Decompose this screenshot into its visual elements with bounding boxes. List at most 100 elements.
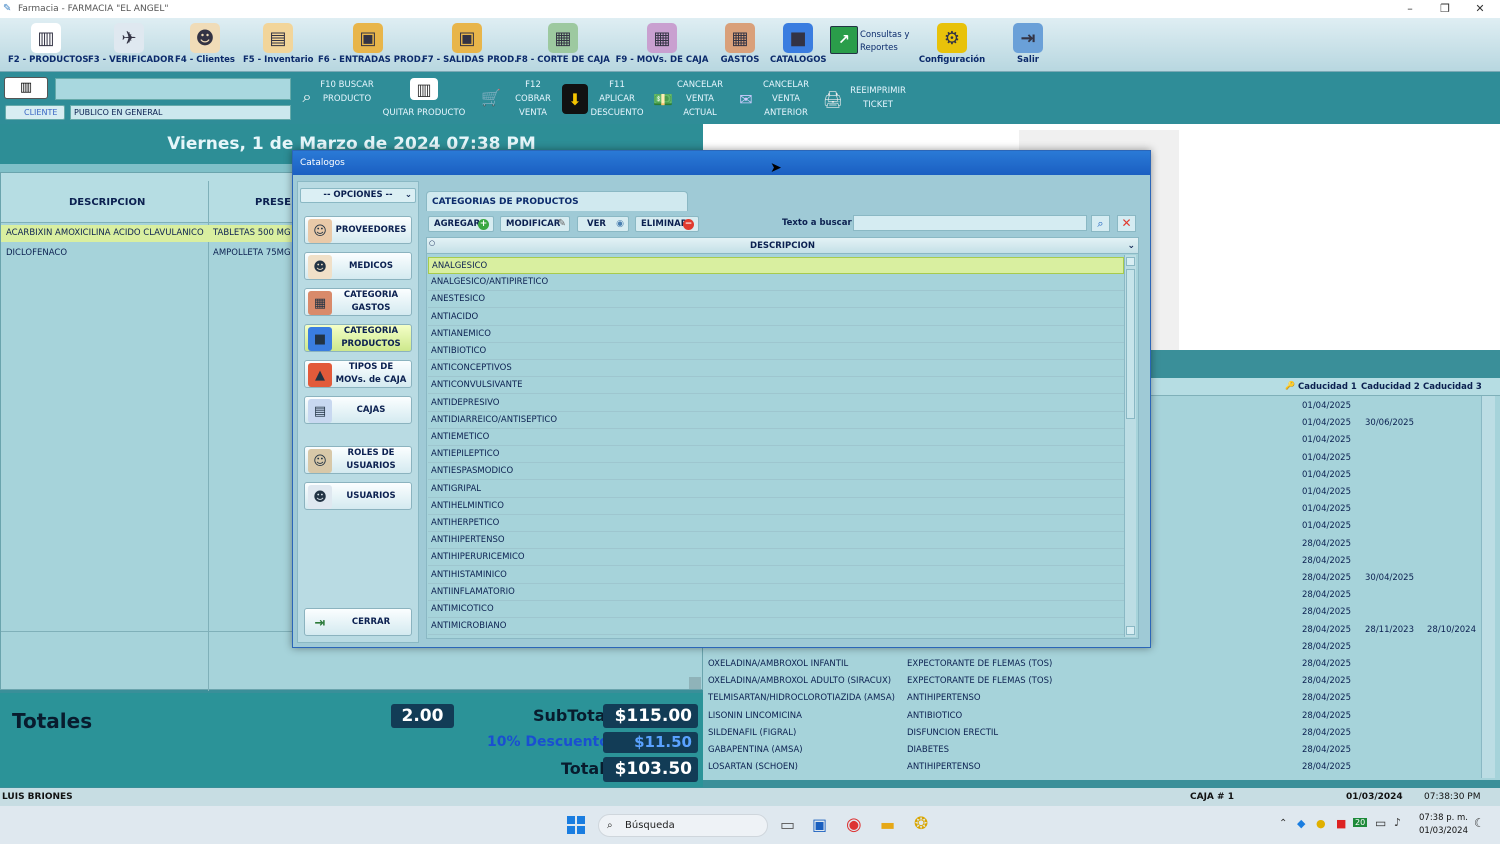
windows-start-icon[interactable] [567,816,585,834]
inventario-button[interactable]: ▤ F5 - Inventario [243,20,313,70]
clear-search-button[interactable]: ✕ [1117,215,1136,232]
cliente-button[interactable]: CLIENTE [5,105,65,120]
medicos-button[interactable]: ☻ MEDICOS [304,252,412,280]
productos-button[interactable]: ▥ F2 - PRODUCTOS [8,20,89,70]
verificador-button[interactable]: ✈ F3 - VERIFICADOR [88,20,174,70]
eliminar-button[interactable]: ELIMINAR − [635,216,699,232]
agregar-button[interactable]: AGREGAR + [428,216,494,232]
table-row[interactable]: OXELADINA/AMBROXOL INFANTIL EXPECTORANTE … [703,656,1481,673]
table-row[interactable]: GABAPENTINA (AMSA) DIABETES 28/04/2025 [703,742,1481,759]
taskbar-search[interactable]: ⌕ Búsqueda [598,814,768,837]
quitar-producto-button[interactable]: QUITAR PRODUCTO [380,106,468,120]
search-button[interactable]: ⌕ [1091,215,1110,232]
list-item[interactable]: ANTIGRIPAL [428,481,1124,498]
cliente-field[interactable]: PUBLICO EN GENERAL [70,105,291,120]
corte-button[interactable]: ▦ F8 - CORTE DE CAJA [515,20,611,70]
catalog-search-input[interactable] [853,215,1087,231]
notifications-icon[interactable]: ☾ [1474,816,1485,830]
clock-time[interactable]: 07:38 p. m. [1419,813,1468,823]
list-item[interactable]: ANTICONVULSIVANTE [428,377,1124,395]
categories-list[interactable]: ○ DESCRIPCION ⌄ ANALGESICO ANALGESICO/ANT… [426,237,1139,639]
list-item[interactable]: ANTIHIPERTENSO [428,532,1124,550]
table-row[interactable]: OXELADINA/AMBROXOL ADULTO (SIRACUX) EXPEC… [703,673,1481,690]
list-item[interactable]: ANTIDIARREICO/ANTISEPTICO [428,412,1124,429]
list-item[interactable]: ANTIINFLAMATORIO [428,584,1124,601]
roles-button[interactable]: ☺ ROLES DE USUARIOS [304,446,412,474]
cerrar-button[interactable]: ⇥ CERRAR [304,608,412,636]
salir-label: Salir [1017,55,1039,65]
movs-button[interactable]: ▦ F9 - MOVs. DE CAJA [615,20,709,70]
catalogos-button[interactable]: ■ CATALOGOS [770,20,827,70]
buscar-producto-button[interactable]: F10 BUSCAR PRODUCTO [320,78,374,106]
list-item[interactable]: ANESTESICO [428,291,1124,309]
table-row[interactable]: LISONIN LINCOMICINA ANTIBIOTICO 28/04/2025 [703,708,1481,725]
list-item[interactable]: ANTIACIDO [428,309,1124,326]
configuracion-button[interactable]: ⚙ Configuración [918,20,986,70]
table-row[interactable]: LOSARTAN (SCHOEN) ANTIHIPERTENSO 28/04/202… [703,759,1481,776]
list-item[interactable]: ANALGESICO [428,257,1124,274]
categoria: EXPECTORANTE DE FLEMAS (TOS) [907,676,1053,687]
list-item[interactable]: ANTIMICOTICO [428,601,1124,618]
list-item[interactable]: ANALGESICO/ANTIPIRETICO [428,274,1124,292]
list-item[interactable]: ANTIBIOTICO [428,343,1124,360]
volume-icon[interactable]: ♪ [1394,816,1401,829]
list-item[interactable]: ANTIMICROBIANO [428,618,1124,636]
list-item[interactable]: ANTIDEPRESIVO [428,395,1124,412]
shapes-icon: ▲ [308,363,332,387]
list-header: ○ DESCRIPCION ⌄ [427,238,1138,254]
list-item[interactable]: ANTIHIPERURICEMICO [428,549,1124,567]
gastos-button[interactable]: ▦ GASTOS [720,20,760,70]
tab-categorias-productos[interactable]: CATEGORIAS DE PRODUCTOS [426,191,688,211]
scrollbar-thumb[interactable] [1126,269,1135,419]
clientes-button[interactable]: ☻ F4 - Clientes [174,20,236,70]
chevron-up-icon[interactable]: ⌃ [1279,818,1287,829]
list-item[interactable]: ANTIHERPETICO [428,515,1124,532]
chrome-icon[interactable]: ◉ [846,814,862,835]
entradas-button[interactable]: ▣ F6 - ENTRADAS PROD. [318,20,424,70]
list-item[interactable]: ANTIANEMICO [428,326,1124,343]
producto: LOSARTAN (SCHOEN) [708,762,798,773]
tipos-movs-button[interactable]: ▲ TIPOS DE MOVs. de CAJA [304,360,412,388]
shield-icon[interactable]: ◆ [1297,817,1305,830]
network-icon[interactable]: ▭ [1375,816,1386,830]
salir-button[interactable]: ⇥ Salir [1010,20,1046,70]
list-item[interactable]: ANTIESPASMODICO [428,463,1124,481]
tray-icon[interactable]: ● [1316,817,1326,830]
minimize-button[interactable]: – [1392,0,1428,18]
caducidad-1: 28/04/2025 [1302,676,1351,687]
tray-badge[interactable]: 20 [1353,818,1368,827]
barcode-input[interactable] [55,78,291,100]
table-row[interactable]: SILDENAFIL (FIGRAL) DISFUNCION ERECTIL 28/… [703,725,1481,742]
list-item[interactable]: ANTIHISTAMINICO [428,567,1124,584]
restore-button[interactable]: ❐ [1427,0,1463,18]
list-item[interactable]: ANTIEPILEPTICO [428,446,1124,464]
consultas-reportes-button[interactable]: ↗ Consultas y Reportes [830,26,914,76]
usuarios-button[interactable]: ☻ USUARIOS [304,482,412,510]
ver-button[interactable]: VER ◉ [577,216,629,232]
cancelar-venta-anterior-button[interactable]: CANCELAR VENTA ANTERIOR [760,78,812,120]
list-item[interactable]: ANTIHELMINTICO [428,498,1124,515]
cobrar-venta-button[interactable]: F12 COBRAR VENTA [510,78,556,120]
list-item[interactable]: ANTICONCEPTIVOS [428,360,1124,378]
list-item[interactable]: ANTIEMETICO [428,429,1124,446]
close-window-button[interactable]: ✕ [1462,0,1498,18]
salidas-button[interactable]: ▣ F7 - SALIDAS PROD. [422,20,517,70]
task-view-icon[interactable]: ▭ [780,815,795,834]
list-scrollbar[interactable] [1124,255,1136,637]
opciones-dropdown[interactable]: -- OPCIONES -- ⌄ [300,188,416,203]
clock-date[interactable]: 01/03/2024 [1419,826,1468,836]
tray-icon[interactable]: ■ [1336,817,1346,830]
categoria-gastos-button[interactable]: ▦ CATEGORIA GASTOS [304,288,412,316]
cajas-button[interactable]: ▤ CAJAS [304,396,412,424]
reimprimir-ticket-button[interactable]: REEIMPRIMIR TICKET [848,84,908,112]
proveedores-button[interactable]: ☺ PROVEEDORES [304,216,412,244]
modificar-button[interactable]: MODIFICAR ✎ [500,216,570,232]
table-row[interactable]: TELMISARTAN/HIDROCLOROTIAZIDA (AMSA) ANTI… [703,690,1481,707]
cancelar-venta-actual-button[interactable]: CANCELAR VENTA ACTUAL [676,78,724,120]
folder-icon[interactable]: ▬ [880,815,895,834]
app-icon[interactable]: ▣ [812,815,827,834]
app-icon[interactable]: ❂ [914,814,928,834]
expiry-scrollbar[interactable] [1481,396,1495,778]
aplicar-descuento-button[interactable]: F11 APLICAR DESCUENTO [590,78,644,120]
categoria-productos-button[interactable]: ■ CATEGORIA PRODUCTOS [304,324,412,352]
